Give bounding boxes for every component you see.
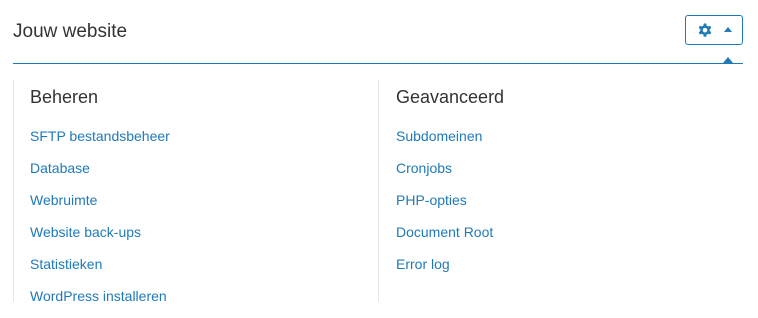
- left-border: [13, 80, 14, 302]
- settings-dropdown-button[interactable]: [685, 15, 743, 45]
- link-statistieken[interactable]: Statistieken: [30, 256, 102, 272]
- link-document-root[interactable]: Document Root: [396, 224, 493, 240]
- link-webruimte[interactable]: Webruimte: [30, 192, 97, 208]
- list-item: Statistieken: [30, 256, 330, 288]
- link-website-back-ups[interactable]: Website back-ups: [30, 224, 141, 240]
- gear-icon: [698, 23, 712, 37]
- column-beheren: Beheren SFTP bestandsbeheer Database Web…: [30, 86, 170, 304]
- link-database[interactable]: Database: [30, 160, 90, 176]
- list-item: Database: [30, 160, 330, 192]
- list-item: SFTP bestandsbeheer: [30, 128, 330, 160]
- list-item: WordPress installeren: [30, 288, 330, 318]
- link-list-geavanceerd: Subdomeinen Cronjobs PHP-opties Document…: [396, 128, 696, 288]
- link-cronjobs[interactable]: Cronjobs: [396, 160, 452, 176]
- panel-title: Jouw website: [13, 21, 128, 42]
- list-item: PHP-opties: [396, 192, 696, 224]
- list-item: Document Root: [396, 224, 696, 256]
- list-item: Cronjobs: [396, 160, 696, 192]
- link-php-opties[interactable]: PHP-opties: [396, 192, 467, 208]
- link-sftp-bestandsbeheer[interactable]: SFTP bestandsbeheer: [30, 128, 170, 144]
- column-heading-beheren: Beheren: [30, 87, 99, 107]
- list-item: Website back-ups: [30, 224, 330, 256]
- link-error-log[interactable]: Error log: [396, 256, 450, 272]
- list-item: Webruimte: [30, 192, 330, 224]
- website-panel: Jouw website Beheren SFTP bestandsbeheer…: [0, 0, 758, 318]
- column-divider: [378, 80, 379, 302]
- link-subdomeinen[interactable]: Subdomeinen: [396, 128, 482, 144]
- header-divider: [13, 63, 743, 64]
- dropdown-pointer: [723, 57, 733, 63]
- panel-header: Jouw website: [13, 0, 743, 63]
- caret-up-icon: [724, 27, 732, 32]
- link-wordpress-installeren[interactable]: WordPress installeren: [30, 288, 167, 304]
- list-item: Error log: [396, 256, 696, 288]
- link-list-beheren: SFTP bestandsbeheer Database Webruimte W…: [30, 128, 330, 318]
- column-heading-geavanceerd: Geavanceerd: [396, 87, 505, 107]
- column-geavanceerd: Geavanceerd Subdomeinen Cronjobs PHP-opt…: [396, 86, 505, 272]
- list-item: Subdomeinen: [396, 128, 696, 160]
